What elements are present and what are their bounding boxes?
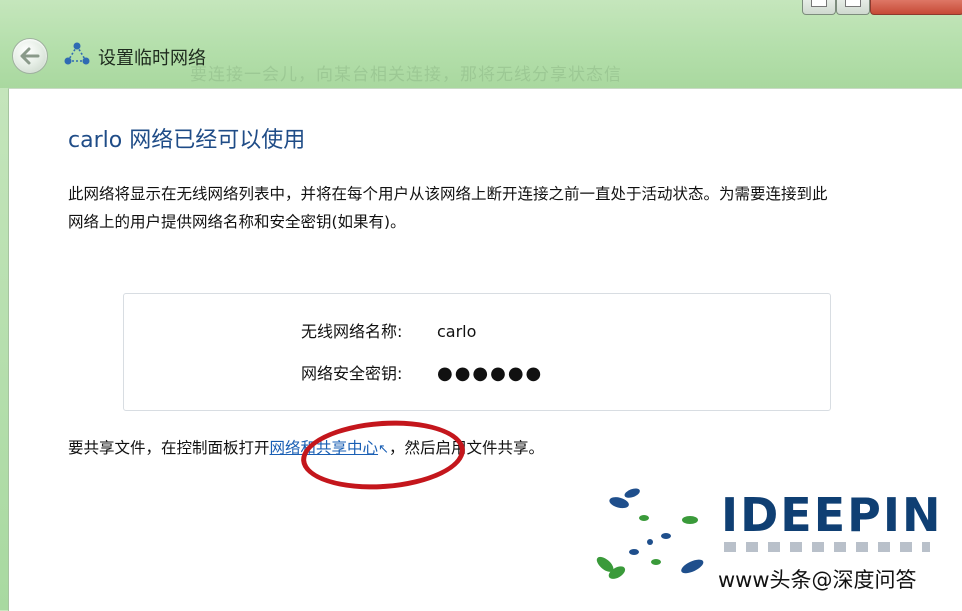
security-key-label: 网络安全密钥: — [301, 364, 403, 383]
background-hint-text: 要连接一会儿，向某台相关连接，那将无线分享状态信 — [190, 65, 622, 85]
title-bar: 设置临时网络 要连接一会儿，向某台相关连接，那将无线分享状态信 — [0, 0, 962, 88]
minimize-icon — [811, 0, 827, 7]
minimize-button[interactable] — [802, 0, 836, 15]
watermark-stripes — [724, 542, 930, 552]
security-key-row: 网络安全密钥: ●●●●●● — [301, 360, 543, 384]
network-info-box: 无线网络名称: carlo 网络安全密钥: ●●●●●● — [123, 293, 831, 411]
ad-hoc-network-icon — [64, 42, 90, 65]
maximize-icon — [845, 0, 861, 7]
network-name-label: 无线网络名称: — [301, 322, 403, 341]
security-key-value: ●●●●●● — [437, 363, 544, 384]
back-arrow-icon — [20, 47, 40, 65]
watermark-brand: IDEEPIN — [721, 488, 943, 542]
back-button[interactable] — [12, 38, 48, 74]
description-text: 此网络将显示在无线网络列表中，并将在每个用户从该网络上断开连接之前一直处于活动状… — [68, 185, 828, 231]
page-heading: carlo 网络已经可以使用 — [68, 128, 306, 153]
watermark-logo-icon — [596, 488, 704, 579]
close-button[interactable] — [870, 0, 962, 15]
watermark-site: www头条@深度问答 — [718, 568, 917, 592]
network-name-value: carlo — [437, 322, 477, 341]
maximize-button[interactable] — [836, 0, 870, 15]
highlight-circle — [298, 415, 468, 495]
share-prefix: 要共享文件，在控制面板打开 — [68, 439, 270, 457]
network-name-row: 无线网络名称: carlo — [301, 318, 476, 342]
